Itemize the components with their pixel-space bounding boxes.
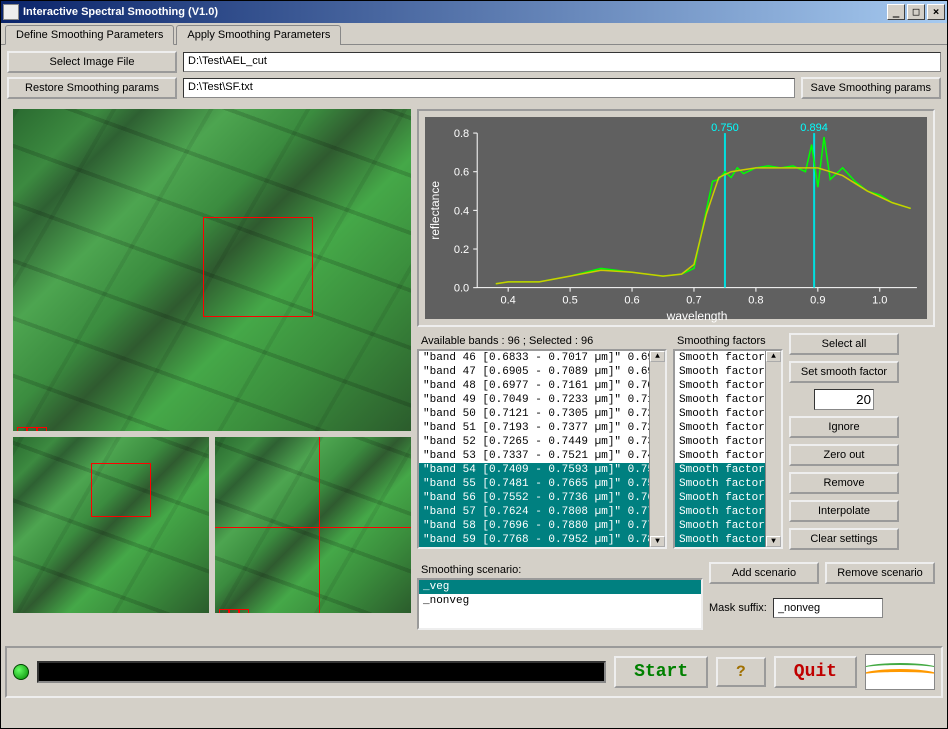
svg-text:0.8: 0.8 [748, 295, 763, 307]
scenario-listbox[interactable]: _veg_nonveg [417, 578, 703, 630]
close-button[interactable]: × [927, 4, 945, 20]
list-item[interactable]: "band 53 [0.7337 - 0.7521 µm]" 0.742900 [419, 449, 665, 463]
svg-text:0.6: 0.6 [454, 167, 469, 179]
mask-suffix-label: Mask suffix: [709, 602, 767, 614]
status-led-icon [13, 664, 29, 680]
list-item[interactable]: "band 58 [0.7696 - 0.7880 µm]" 0.778800 [419, 519, 665, 533]
list-item[interactable]: _nonveg [419, 594, 701, 608]
list-item[interactable]: "band 46 [0.6833 - 0.7017 µm]" 0.692500 [419, 351, 665, 365]
bands-header: Available bands : 96 ; Selected : 96 [417, 333, 667, 349]
svg-text:wavelength: wavelength [666, 309, 728, 323]
svg-text:1.0: 1.0 [872, 295, 887, 307]
sf-header: Smoothing factors [673, 333, 783, 349]
add-scenario-button[interactable]: Add scenario [709, 562, 819, 584]
list-item[interactable]: "band 54 [0.7409 - 0.7593 µm]" 0.750100 [419, 463, 665, 477]
crosshair-v [319, 437, 320, 613]
smooth-factor-input[interactable] [814, 389, 874, 410]
band-listbox[interactable]: "band 46 [0.6833 - 0.7017 µm]" 0.692500"… [417, 349, 667, 549]
window-title: Interactive Spectral Smoothing (V1.0) [19, 6, 885, 18]
smooth-factor-listbox[interactable]: Smooth factor: 0Smooth factor: 0Smooth f… [673, 349, 783, 549]
svg-text:0.0: 0.0 [454, 283, 469, 295]
logo-icon [865, 654, 935, 690]
svg-text:reflectance: reflectance [428, 181, 442, 240]
crosshair-h [215, 527, 411, 528]
select-image-button[interactable]: Select Image File [7, 51, 177, 73]
remove-button[interactable]: Remove [789, 472, 899, 494]
clear-settings-button[interactable]: Clear settings [789, 528, 899, 550]
set-smooth-factor-button[interactable]: Set smooth factor [789, 361, 899, 383]
status-bar: Start ? Quit [5, 646, 943, 698]
spectral-chart[interactable]: 0.0 0.2 0.4 0.6 0.8 0.4 0.5 0.6 0.7 0.8 0.9 1.0 wave… [417, 109, 935, 327]
scrollbar[interactable] [765, 351, 781, 547]
progress-bar [37, 661, 606, 683]
restore-params-button[interactable]: Restore Smoothing params [7, 77, 177, 99]
select-all-button[interactable]: Select all [789, 333, 899, 355]
list-item[interactable]: "band 59 [0.7768 - 0.7952 µm]" 0.786000 [419, 533, 665, 547]
list-item[interactable]: "band 47 [0.6905 - 0.7089 µm]" 0.699700 [419, 365, 665, 379]
svg-text:0.9: 0.9 [810, 295, 825, 307]
svg-text:0.7: 0.7 [686, 295, 701, 307]
svg-text:0.8: 0.8 [454, 128, 469, 140]
scenario-label: Smoothing scenario: [417, 562, 703, 578]
image-path-field[interactable]: D:\Test\AEL_cut [183, 52, 941, 72]
minimize-button[interactable]: _ [887, 4, 905, 20]
main-tabs: Define Smoothing Parameters Apply Smooth… [1, 23, 947, 45]
selection-rect[interactable] [203, 217, 313, 317]
list-item[interactable]: "band 56 [0.7552 - 0.7736 µm]" 0.764400 [419, 491, 665, 505]
overview-rect[interactable] [91, 463, 151, 517]
save-params-button[interactable]: Save Smoothing params [801, 77, 941, 99]
list-item[interactable]: "band 52 [0.7265 - 0.7449 µm]" 0.735700 [419, 435, 665, 449]
zero-out-button[interactable]: Zero out [789, 444, 899, 466]
overview-image[interactable] [13, 437, 209, 613]
scrollbar[interactable] [649, 351, 665, 547]
svg-text:0.4: 0.4 [500, 295, 515, 307]
maximize-button[interactable]: □ [907, 4, 925, 20]
svg-text:0.894: 0.894 [800, 122, 828, 134]
main-image-view[interactable] [13, 109, 411, 431]
params-path-field[interactable]: D:\Test\SF.txt [183, 78, 795, 98]
list-item[interactable]: Smooth factor: 20 [675, 547, 781, 549]
svg-text:0.750: 0.750 [711, 122, 739, 134]
help-button[interactable]: ? [716, 657, 766, 687]
start-button[interactable]: Start [614, 656, 708, 688]
tab-define[interactable]: Define Smoothing Parameters [5, 25, 174, 45]
list-item[interactable]: "band 50 [0.7121 - 0.7305 µm]" 0.721300 [419, 407, 665, 421]
interpolate-button[interactable]: Interpolate [789, 500, 899, 522]
mask-suffix-input[interactable] [773, 598, 883, 618]
remove-scenario-button[interactable]: Remove scenario [825, 562, 935, 584]
list-item[interactable]: "band 57 [0.7624 - 0.7808 µm]" 0.771600 [419, 505, 665, 519]
titlebar: Interactive Spectral Smoothing (V1.0) _ … [1, 1, 947, 23]
list-item[interactable]: _veg [419, 580, 701, 594]
svg-text:0.4: 0.4 [454, 205, 469, 217]
svg-text:0.5: 0.5 [562, 295, 577, 307]
svg-text:0.6: 0.6 [624, 295, 639, 307]
quit-button[interactable]: Quit [774, 656, 857, 688]
app-icon [3, 4, 19, 20]
list-item[interactable]: "band 51 [0.7193 - 0.7377 µm]" 0.728500 [419, 421, 665, 435]
svg-text:0.2: 0.2 [454, 244, 469, 256]
zoom-image[interactable] [215, 437, 411, 613]
list-item[interactable]: "band 49 [0.7049 - 0.7233 µm]" 0.714100 [419, 393, 665, 407]
list-item[interactable]: "band 48 [0.6977 - 0.7161 µm]" 0.706900 [419, 379, 665, 393]
list-item[interactable]: "band 60 [0.7840 - 0.8024 µm]" 0.793200 [419, 547, 665, 549]
list-item[interactable]: "band 55 [0.7481 - 0.7665 µm]" 0.757300 [419, 477, 665, 491]
tab-apply[interactable]: Apply Smoothing Parameters [176, 25, 341, 45]
ignore-button[interactable]: Ignore [789, 416, 899, 438]
